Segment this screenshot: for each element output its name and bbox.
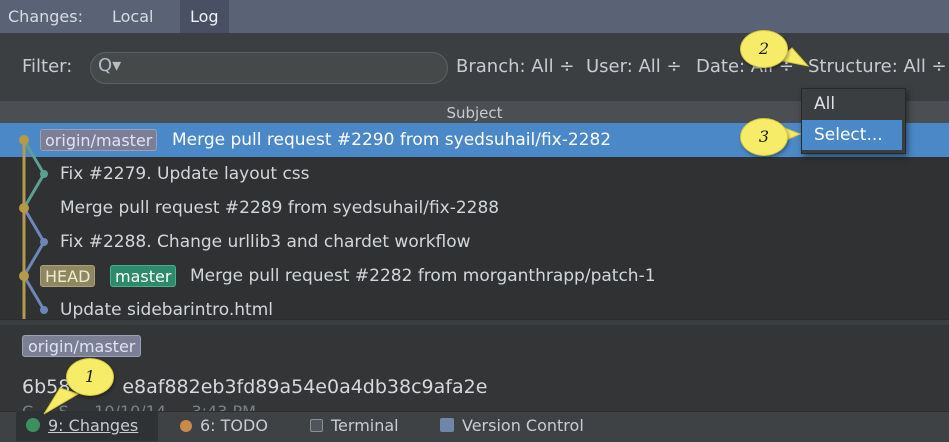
commit-subject: Fix #2288. Change urllib3 and chardet wo… [60, 232, 471, 252]
user-filter[interactable]: User: All ÷ [586, 56, 682, 77]
tab-group-label: Changes: [8, 7, 83, 26]
todo-tool-label: 6: TODO [200, 416, 268, 435]
details-branch-tag: origin/master [22, 335, 142, 357]
commit-subject: Fix #2279. Update layout css [60, 164, 310, 184]
todo-tool-button[interactable]: 6: TODO [180, 411, 268, 441]
structure-option-select[interactable]: Select... [802, 120, 902, 150]
commit-subject: Merge pull request #2282 from morganthra… [190, 266, 656, 286]
commit-row[interactable]: Fix #2288. Change urllib3 and chardet wo… [0, 225, 949, 259]
tab-local[interactable]: Local [112, 0, 153, 33]
terminal-tool-button[interactable]: Terminal [310, 411, 399, 441]
changes-tool-label: 9: Changes [48, 416, 139, 435]
commit-subject: Update sidebarintro.html [60, 300, 274, 319]
version-control-tool-button[interactable]: Version Control [440, 411, 584, 441]
branch-filter[interactable]: Branch: All ÷ [456, 56, 574, 77]
callout-1: 1 [66, 358, 114, 396]
structure-option-all[interactable]: All [802, 90, 902, 118]
commit-node [40, 238, 48, 246]
todo-icon [180, 420, 192, 432]
commit-node [19, 271, 29, 281]
commit-node [19, 203, 29, 213]
search-input[interactable] [90, 52, 448, 84]
graph-line-branch-c [22, 275, 46, 311]
graph-line-branch-a [22, 139, 46, 175]
terminal-icon [310, 419, 323, 432]
commit-hash-rest: e8af882eb3fd89a54e0a4db38c9afa2e [122, 376, 488, 398]
callout-2: 2 [740, 30, 788, 68]
commit-details-pane [0, 325, 949, 411]
callout-3: 3 [740, 118, 788, 156]
changes-tool-button[interactable]: 9: Changes [16, 411, 158, 441]
commit-subject: Merge pull request #2290 from syedsuhail… [172, 130, 612, 150]
graph-line-branch-a-merge [22, 173, 46, 209]
graph-line-branch-b [22, 207, 46, 243]
commit-row[interactable]: Update sidebarintro.html [0, 293, 949, 319]
structure-filter[interactable]: Structure: All ÷ [808, 56, 947, 77]
commit-hash-prefix: 6b58 [22, 376, 71, 398]
search-icon[interactable]: Q▾ [98, 55, 121, 76]
commit-row[interactable]: Fix #2279. Update layout css [0, 157, 949, 191]
commit-row[interactable]: HEAD master Merge pull request #2282 fro… [0, 259, 949, 293]
terminal-tool-label: Terminal [331, 416, 399, 435]
filter-label: Filter: [22, 56, 73, 77]
commit-subject: Merge pull request #2289 from syedsuhail… [60, 198, 500, 218]
graph-line-branch-b-merge [22, 241, 46, 277]
commit-row[interactable]: Merge pull request #2289 from syedsuhail… [0, 191, 949, 225]
commit-node [40, 306, 48, 314]
version-control-icon [440, 418, 454, 432]
version-control-tool-label: Version Control [462, 416, 584, 435]
changes-icon [26, 418, 40, 432]
commit-graph [19, 135, 48, 319]
commit-node [40, 170, 48, 178]
tab-log[interactable]: Log [180, 0, 229, 33]
branch-tag-master: master [110, 265, 177, 287]
commit-node [19, 135, 29, 145]
